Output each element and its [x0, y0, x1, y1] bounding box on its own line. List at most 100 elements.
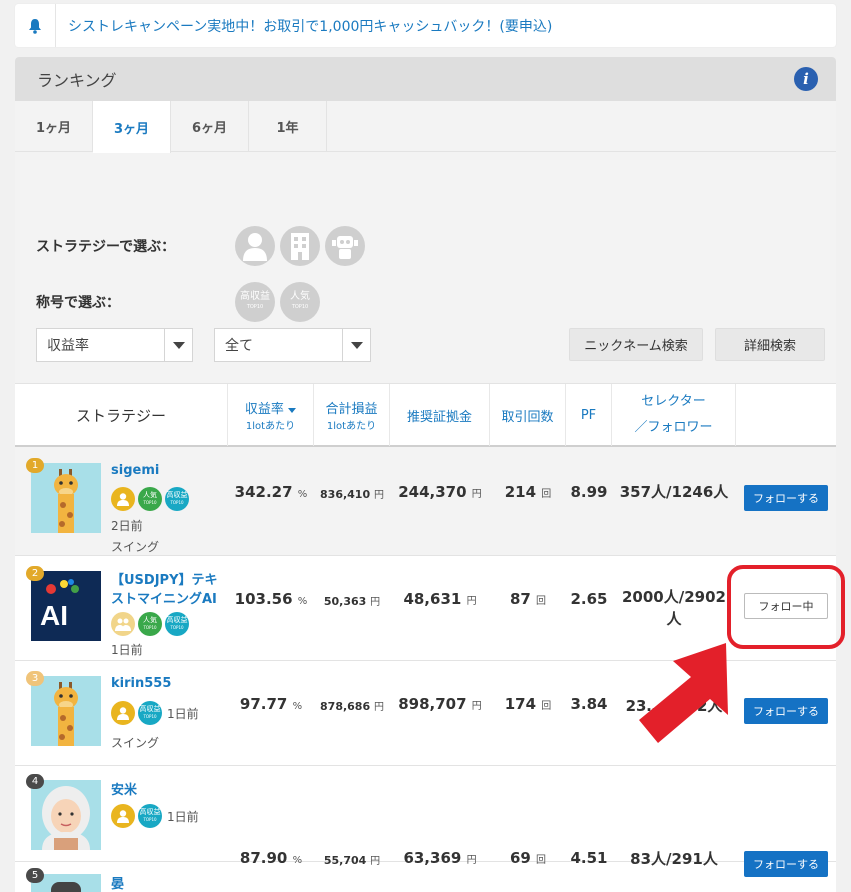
strategy-name-link[interactable]: sigemi: [111, 463, 159, 478]
col-followers[interactable]: セレクター ／フォロワー: [612, 384, 736, 446]
title-filter-label: 称号で選ぶ：: [36, 295, 120, 311]
recommended-margin: 898,707 円: [398, 695, 482, 713]
col-strategy-label: ストラテジー: [75, 406, 166, 425]
selector-followers: 357人/1246人: [619, 483, 729, 501]
panel-title: ランキング: [37, 71, 117, 90]
table-header: ストラテジー 収益率 1lotあたり 合計損益 1lotあたり 推奨証拠金 取引…: [15, 383, 836, 447]
profit-factor: 3.84: [570, 695, 608, 713]
rank-badge: 5: [26, 868, 44, 883]
rank-badge: 4: [26, 774, 44, 789]
return-rate: 342.27 %: [234, 483, 308, 501]
campaign-notice[interactable]: シストレキャンペーン実地中！お取引で1,000円キャッシュバック！(要申込): [15, 4, 836, 47]
total-pl: 878,686 円: [320, 700, 384, 713]
last-updated: 1日前: [111, 643, 143, 657]
strategy-name-link[interactable]: kirin555: [111, 676, 171, 691]
strategy-filter-label: ストラテジーで選ぶ：: [36, 239, 176, 255]
notice-text[interactable]: シストレキャンペーン実地中！お取引で1,000円キャッシュバック！(要申込): [56, 16, 552, 36]
ranking-type-select[interactable]: 収益率: [36, 328, 193, 362]
profit-factor: 8.99: [570, 483, 608, 501]
col-margin[interactable]: 推奨証拠金: [390, 384, 490, 446]
tab-1-year[interactable]: 1年: [249, 101, 327, 151]
selector-followers: 2000人/2902 人: [622, 588, 726, 628]
badge-icons: 人気 TOP10 高収益 TOP10: [111, 612, 192, 636]
recommended-margin: 244,370 円: [398, 483, 482, 501]
col-return-sub: 1lotあたり: [245, 421, 296, 432]
col-pf-label: PF: [580, 407, 597, 423]
arrow-annotation-icon: [639, 643, 728, 743]
total-pl: 50,363 円: [323, 595, 381, 608]
rank-badge: 2: [26, 566, 44, 581]
rank-badge: 3: [26, 671, 44, 686]
badge-main-text: 高収益: [240, 291, 270, 302]
svg-text:AI: AI: [40, 600, 68, 631]
trade-style: スイング: [111, 736, 160, 750]
high-profit-badge[interactable]: 高収益 TOP10: [235, 282, 275, 322]
popular-badge[interactable]: 人気 TOP10: [280, 282, 320, 322]
rank-badge: 1: [26, 458, 44, 473]
building-icon[interactable]: [280, 226, 320, 266]
col-trades-label: 取引回数: [501, 409, 554, 425]
highlight-ring: [727, 565, 845, 649]
total-pl: 836,410 円: [320, 488, 384, 501]
tab-1-month[interactable]: 1ヶ月: [15, 101, 93, 151]
trade-style-select[interactable]: 全て: [214, 328, 371, 362]
follow-button[interactable]: フォローする: [744, 485, 828, 511]
group-user-icon: [111, 612, 135, 636]
col-strategy: ストラテジー: [15, 384, 228, 446]
col-pl-label: 合計損益: [325, 402, 378, 417]
col-return-rate[interactable]: 収益率 1lotあたり: [228, 384, 314, 446]
person-icon[interactable]: [235, 226, 275, 266]
detail-search-button[interactable]: 詳細検索: [715, 328, 825, 361]
sort-desc-icon: [288, 408, 297, 413]
badge-sub-text: TOP10: [291, 304, 309, 310]
bell-icon: [15, 18, 55, 34]
return-rate: 97.77 %: [239, 695, 303, 713]
badge-icons: 人気 TOP10 高収益 TOP10: [111, 487, 192, 511]
nickname-search-button[interactable]: ニックネーム検索: [569, 328, 703, 361]
chevron-down-icon: [342, 329, 370, 361]
col-margin-label: 推奨証拠金: [406, 409, 472, 425]
col-total-pl[interactable]: 合計損益 1lotあたり: [314, 384, 390, 446]
table-row[interactable]: 5 晏: [15, 862, 836, 892]
ranking-panel: ランキング i 1ヶ月 3ヶ月 6ヶ月 1年 ストラテジーで選ぶ： 称号で選ぶ：…: [15, 57, 836, 892]
last-updated: 2日前: [111, 519, 143, 533]
col-pl-sub: 1lotあたり: [326, 421, 377, 432]
table-row[interactable]: 1 sigemi 人気 TOP10 高収益 TOP10 2日前 スイング 342.2…: [15, 447, 836, 556]
trade-count: 87 回: [509, 590, 547, 608]
follow-button[interactable]: フォローする: [744, 698, 828, 724]
table-row-values: 87.90 % 55,704 円 63,369 円 69 回 4.51 83人/…: [15, 766, 836, 877]
return-rate: 103.56 %: [234, 590, 308, 608]
period-tabs: 1ヶ月 3ヶ月 6ヶ月 1年: [15, 101, 836, 153]
high-profit-top10-icon: 高収益 TOP10: [138, 701, 162, 725]
badge-sub-text: TOP10: [246, 304, 264, 310]
badge-main-text: 人気: [290, 291, 310, 302]
trade-style-value: 全て: [225, 338, 253, 354]
popular-top10-icon: 人気 TOP10: [138, 612, 162, 636]
popular-top10-icon: 人気 TOP10: [138, 487, 162, 511]
high-profit-top10-icon: 高収益 TOP10: [165, 612, 189, 636]
giraffe-avatar[interactable]: [31, 463, 101, 533]
high-profit-top10-icon: 高収益 TOP10: [165, 487, 189, 511]
user-icon: [111, 487, 135, 511]
strategy-name-link[interactable]: 【USDJPY】テキ ストマイニングAI: [111, 571, 218, 609]
strategy-name-link[interactable]: 晏: [111, 873, 124, 892]
badge-icons: 高収益 TOP10 1日前: [111, 701, 199, 725]
col-pf[interactable]: PF: [566, 384, 612, 446]
col-return-label: 収益率: [245, 398, 297, 417]
info-icon[interactable]: i: [794, 67, 818, 91]
chevron-down-icon: [164, 329, 192, 361]
col-trades[interactable]: 取引回数: [490, 384, 566, 446]
tab-6-months[interactable]: 6ヶ月: [171, 101, 249, 151]
col-selector-label: セレクター: [641, 394, 706, 409]
tab-3-months[interactable]: 3ヶ月: [93, 101, 171, 153]
recommended-margin: 48,631 円: [403, 590, 477, 608]
profit-factor: 2.65: [570, 590, 608, 608]
trade-style: スイング: [111, 540, 160, 554]
ai-logo-avatar[interactable]: AI: [31, 571, 101, 641]
trade-count: 174 回: [504, 695, 552, 713]
panel-header: ランキング i: [15, 57, 836, 101]
last-updated: 1日前: [167, 706, 199, 721]
robot-icon[interactable]: [325, 226, 365, 266]
ranking-type-value: 収益率: [47, 338, 89, 354]
giraffe-avatar[interactable]: [31, 676, 101, 746]
